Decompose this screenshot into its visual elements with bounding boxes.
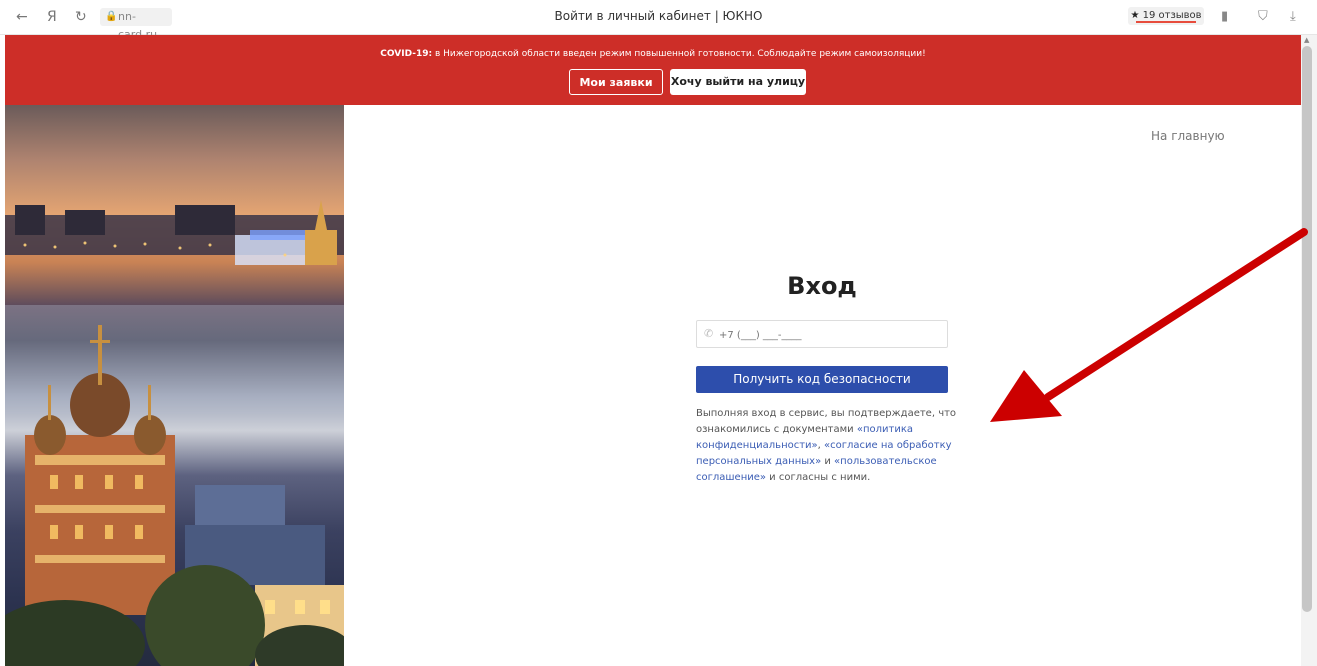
- browser-toolbar: ← Я ↻ 🔒 nn-card.ru Войти в личный кабине…: [0, 0, 1317, 41]
- scroll-up-icon[interactable]: ▲: [1304, 36, 1309, 44]
- home-link[interactable]: На главную: [1151, 129, 1225, 143]
- consent-part-1: Выполняя вход в сервис, вы подтверждаете…: [696, 408, 957, 435]
- page-title: Вход: [787, 272, 857, 300]
- my-requests-button[interactable]: Мои заявки: [569, 69, 663, 95]
- tab-title: Войти в личный кабинет | ЮКНО: [554, 9, 763, 23]
- phone-field[interactable]: ✆: [696, 320, 948, 348]
- city-photo: [5, 105, 344, 666]
- phone-icon: ✆: [704, 327, 714, 340]
- star-icon: ★: [1130, 10, 1140, 21]
- go-out-button[interactable]: Хочу выйти на улицу: [670, 69, 806, 95]
- get-code-button[interactable]: Получить код безопасности: [696, 366, 948, 393]
- reviews-label: 19 отзывов: [1142, 10, 1202, 21]
- city-illustration: [5, 200, 344, 666]
- covid-banner: COVID-19: в Нижегородской области введен…: [5, 35, 1301, 105]
- covid-banner-message: в Нижегородской области введен режим пов…: [432, 49, 926, 59]
- consent-text: Выполняя вход в сервис, вы подтверждаете…: [696, 406, 958, 486]
- bookmark-icon[interactable]: ▮: [1221, 9, 1228, 24]
- reviews-underline: [1136, 21, 1196, 23]
- phone-input[interactable]: [717, 325, 941, 345]
- consent-part-4: и согласны с ними.: [766, 472, 871, 483]
- covid-banner-prefix: COVID-19:: [380, 49, 433, 59]
- covid-banner-text: COVID-19: в Нижегородской области введен…: [5, 49, 1301, 59]
- download-icon[interactable]: ⤓: [1290, 9, 1296, 24]
- scrollbar-thumb[interactable]: [1302, 46, 1312, 612]
- protect-icon[interactable]: ⛉: [1258, 9, 1268, 24]
- reviews-badge[interactable]: ★ 19 отзывов: [1128, 7, 1204, 25]
- consent-part-3: и: [821, 456, 835, 467]
